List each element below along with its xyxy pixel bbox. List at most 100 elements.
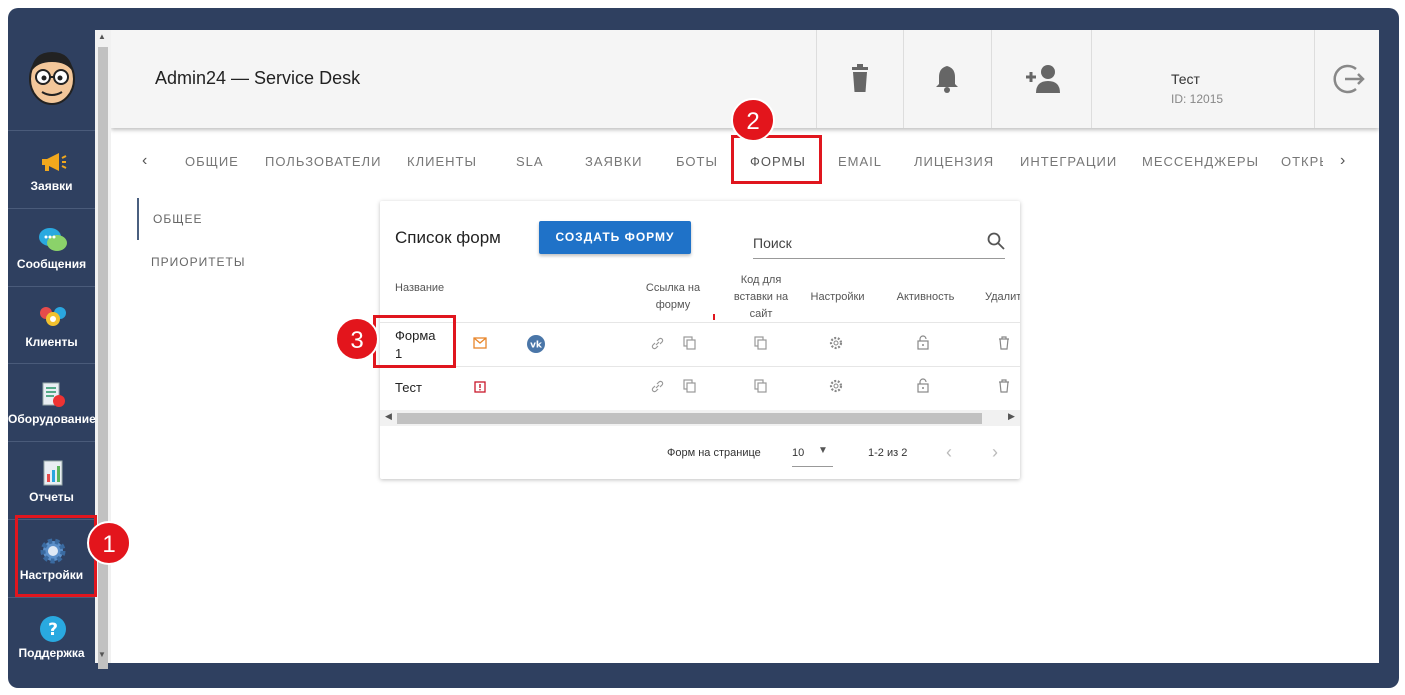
- svg-text:?: ?: [48, 620, 58, 640]
- avatar[interactable]: [27, 48, 77, 106]
- vk-icon: vk: [527, 335, 545, 353]
- equipment-icon: [42, 382, 65, 407]
- vertical-scrollbar[interactable]: ▲ ▼: [95, 30, 111, 669]
- gear-icon[interactable]: [829, 379, 843, 393]
- create-form-button[interactable]: СОЗДАТЬ ФОРМУ: [539, 221, 691, 254]
- trash-icon: [852, 64, 868, 92]
- tab-users[interactable]: ПОЛЬЗОВАТЕЛИ: [265, 154, 381, 169]
- scrollbar-thumb[interactable]: [397, 413, 982, 424]
- highlight-settings: [15, 515, 97, 597]
- per-page-label: Форм на странице: [667, 447, 761, 459]
- forms-title: Список форм: [395, 228, 501, 247]
- tab-sla[interactable]: SLA: [516, 154, 544, 169]
- step-badge-1: 1: [87, 521, 131, 565]
- search-input[interactable]: Поиск: [753, 225, 1005, 259]
- step-badge-2: 2: [731, 98, 775, 142]
- section-general[interactable]: ОБЩЕЕ: [137, 198, 297, 240]
- tabs-next-icon[interactable]: ›: [1340, 152, 1345, 170]
- add-user-icon: [1026, 65, 1060, 93]
- lock-icon[interactable]: [917, 335, 929, 350]
- next-page-icon[interactable]: ›: [992, 442, 998, 463]
- form-name[interactable]: Тест: [395, 380, 422, 395]
- chat-bubbles-icon: [39, 228, 67, 251]
- tab-bots[interactable]: БОТЫ: [676, 154, 718, 169]
- step-badge-3: 3: [335, 317, 379, 361]
- gear-icon[interactable]: [829, 336, 843, 350]
- sidebar-item-label: Отчеты: [29, 490, 74, 504]
- add-user-button[interactable]: [991, 30, 1091, 128]
- copy-icon[interactable]: [683, 379, 696, 393]
- scroll-right-icon[interactable]: ▶: [1008, 411, 1015, 422]
- logout-icon: [1333, 64, 1365, 94]
- prev-page-icon[interactable]: ‹: [946, 442, 952, 463]
- report-icon: [43, 460, 63, 486]
- sidebar-item-tickets[interactable]: Заявки: [8, 130, 95, 207]
- column-header-delete: Удалить: [985, 291, 1020, 303]
- sidebar-item-label: Заявки: [30, 179, 73, 193]
- tab-integrations[interactable]: ИНТЕГРАЦИИ: [1020, 154, 1117, 169]
- user-id: ID: 12015: [1171, 92, 1224, 106]
- sidebar-item-reports[interactable]: Отчеты: [8, 441, 95, 518]
- link-icon[interactable]: [651, 337, 664, 350]
- link-icon[interactable]: [651, 380, 664, 393]
- trash-button[interactable]: [816, 30, 903, 128]
- column-header-active: Активность: [896, 291, 955, 303]
- search-icon[interactable]: [987, 232, 1005, 250]
- sidebar-item-label: Поддержка: [18, 646, 85, 660]
- per-page-value: 10: [792, 447, 805, 459]
- sidebar-item-messages[interactable]: Сообщения: [8, 208, 95, 285]
- horizontal-scrollbar[interactable]: ◀ ▶: [380, 410, 1020, 426]
- search-placeholder: Поиск: [753, 235, 792, 251]
- user-name: Тест: [1171, 71, 1200, 87]
- scroll-down-icon[interactable]: ▼: [98, 650, 106, 659]
- tab-clients[interactable]: КЛИЕНТЫ: [407, 154, 477, 169]
- copy-embed-icon[interactable]: [754, 379, 767, 393]
- row-divider: [380, 366, 1020, 367]
- scroll-up-icon[interactable]: ▲: [98, 32, 106, 41]
- sidebar-item-label: Оборудование: [8, 412, 96, 426]
- scrollbar-thumb[interactable]: [98, 47, 108, 669]
- highlight-forms-tab: [731, 135, 822, 184]
- tab-license[interactable]: ЛИЦЕНЗИЯ: [914, 154, 994, 169]
- resize-marker: [713, 314, 715, 320]
- app-title: Admin24 — Service Desk: [155, 68, 361, 88]
- trash-icon[interactable]: [998, 379, 1010, 393]
- scroll-left-icon[interactable]: ◀: [385, 411, 392, 422]
- row-divider: [380, 322, 1020, 323]
- tab-messengers[interactable]: МЕССЕНДЖЕРЫ: [1142, 154, 1259, 169]
- trash-icon[interactable]: [998, 336, 1010, 350]
- tabs-prev-icon[interactable]: ‹: [142, 152, 147, 170]
- tab-tickets[interactable]: ЗАЯВКИ: [585, 154, 643, 169]
- tab-email[interactable]: EMAIL: [838, 154, 882, 169]
- svg-text:vk: vk: [530, 341, 543, 351]
- users-icon: [40, 307, 66, 326]
- logout-button[interactable]: [1314, 30, 1379, 128]
- column-header-name[interactable]: Название: [395, 280, 444, 297]
- megaphone-icon: [42, 153, 67, 171]
- highlight-form-1: [373, 315, 456, 368]
- tab-general[interactable]: ОБЩИЕ: [185, 154, 239, 169]
- email-form-icon: [473, 337, 487, 349]
- section-priorities[interactable]: ПРИОРИТЕТЫ: [137, 241, 297, 283]
- forms-card: Список форм СОЗДАТЬ ФОРМУ Поиск Название…: [380, 201, 1020, 479]
- user-info[interactable]: Тест ID: 12015: [1091, 30, 1314, 128]
- sidebar-item-clients[interactable]: Клиенты: [8, 286, 95, 363]
- column-header-link: Ссылка на форму: [645, 282, 701, 311]
- tab-open[interactable]: ОТКРЫ: [1281, 154, 1323, 169]
- column-header-settings: Настройки: [810, 291, 865, 303]
- alert-form-icon: [474, 381, 486, 393]
- sidebar-item-label: Сообщения: [16, 257, 87, 271]
- lock-icon[interactable]: [917, 378, 929, 393]
- page-range: 1-2 из 2: [868, 447, 908, 459]
- copy-embed-icon[interactable]: [754, 336, 767, 350]
- column-header-embed: Код для вставки на сайт: [733, 274, 789, 320]
- per-page-select[interactable]: 10 ▼: [792, 439, 833, 467]
- copy-icon[interactable]: [683, 336, 696, 350]
- sidebar-item-support[interactable]: ? Поддержка: [8, 597, 95, 663]
- bell-icon: [936, 66, 958, 93]
- chevron-down-icon: ▼: [818, 445, 828, 456]
- help-icon: ?: [40, 616, 66, 642]
- sidebar-item-equipment[interactable]: Оборудование: [8, 363, 96, 440]
- sidebar-item-label: Клиенты: [25, 335, 78, 349]
- notifications-button[interactable]: [903, 30, 990, 128]
